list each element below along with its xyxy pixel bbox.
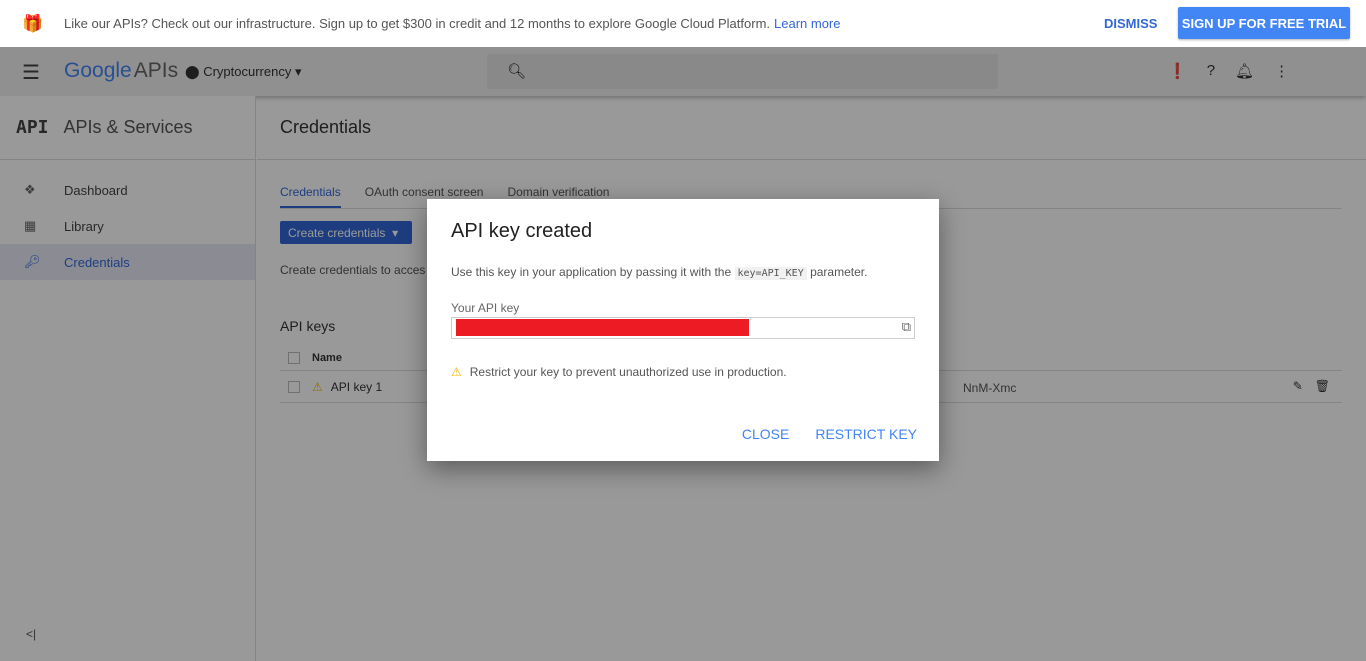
signup-trial-button[interactable]: SIGN UP FOR FREE TRIAL bbox=[1178, 7, 1350, 39]
api-key-label: Your API key bbox=[451, 301, 520, 315]
api-key-dialog: API key created Use this key in your app… bbox=[427, 199, 939, 461]
learn-more-link[interactable]: Learn more bbox=[774, 16, 840, 31]
restrict-key-button[interactable]: RESTRICT KEY bbox=[815, 426, 917, 442]
restrict-warning: ⚠ Restrict your key to prevent unauthoriz… bbox=[451, 365, 915, 379]
desc-code: key=API_KEY bbox=[734, 267, 807, 280]
dialog-title: API key created bbox=[451, 220, 593, 242]
warning-icon: ⚠ bbox=[451, 365, 462, 379]
redacted-key bbox=[456, 319, 749, 336]
desc-text-end: parameter. bbox=[810, 265, 868, 279]
promo-banner: 🎁 Like our APIs? Check out our infrastru… bbox=[0, 0, 1366, 47]
banner-text: Like our APIs? Check out our infrastruct… bbox=[64, 16, 771, 31]
desc-text: Use this key in your application by pass… bbox=[451, 265, 732, 279]
dialog-description: Use this key in your application by pass… bbox=[451, 265, 915, 280]
warning-text: Restrict your key to prevent unauthorize… bbox=[469, 365, 787, 379]
api-key-field[interactable]: ⧉ bbox=[451, 317, 915, 339]
gift-icon: 🎁 bbox=[22, 13, 44, 33]
dismiss-button[interactable]: DISMISS bbox=[1104, 16, 1157, 31]
close-button[interactable]: CLOSE bbox=[742, 426, 789, 442]
copy-icon[interactable]: ⧉ bbox=[902, 319, 911, 335]
